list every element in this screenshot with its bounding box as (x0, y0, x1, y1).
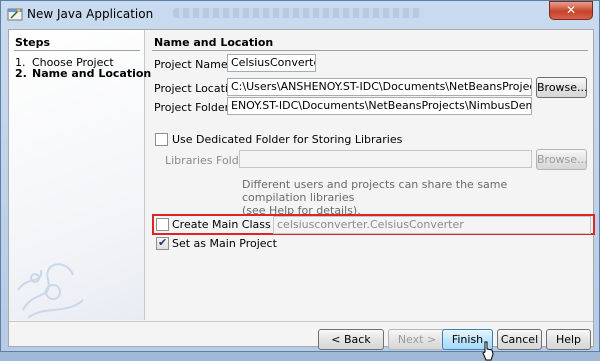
title-bar[interactable]: New Java Application ✕ (1, 1, 599, 27)
step-label: Name and Location (32, 67, 152, 80)
hint-line-1: Different users and projects can share t… (242, 178, 508, 204)
section-title: Name and Location (154, 36, 274, 49)
next-button[interactable]: Next > (388, 329, 446, 350)
decorative-swirl-image (17, 263, 84, 319)
button-bar-divider (9, 321, 593, 322)
step-number: 2. (15, 67, 27, 80)
close-button[interactable]: ✕ (549, 1, 593, 20)
libraries-folder-input[interactable] (239, 150, 532, 168)
project-name-input[interactable]: CelsiusConverter (227, 54, 316, 72)
steps-divider (14, 50, 140, 51)
dedicated-folder-label: Use Dedicated Folder for Storing Librari… (172, 133, 403, 146)
main-class-input[interactable]: celsiusconverter.CelsiusConverter (273, 216, 591, 234)
libraries-browse-button[interactable]: Browse... (536, 149, 588, 170)
create-main-class-label: Create Main Class (172, 218, 271, 231)
steps-title: Steps (15, 36, 51, 49)
java-app-icon (7, 8, 23, 21)
project-location-browse-button[interactable]: Browse... (536, 77, 588, 98)
dedicated-folder-checkbox[interactable] (155, 133, 168, 146)
cancel-button[interactable]: Cancel (497, 329, 542, 350)
project-folder-input[interactable]: ENOY.ST-IDC\Documents\NetBeansProjects\N… (227, 97, 532, 115)
dialog-window: New Java Application ✕ Steps 1. Choose Pr… (0, 0, 600, 361)
window-title: New Java Application (27, 7, 154, 21)
section-divider (152, 50, 588, 51)
project-name-label: Project Name: (154, 58, 232, 71)
steps-panel: Steps 1. Choose Project 2. Name and Locati… (9, 30, 151, 320)
dialog-content: Steps 1. Choose Project 2. Name and Locati… (8, 29, 595, 361)
mouse-cursor-icon (482, 341, 494, 361)
help-button[interactable]: Help (546, 329, 591, 350)
project-folder-label: Project Folder: (154, 101, 233, 114)
back-button[interactable]: < Back (318, 329, 384, 350)
step-item-name-and-location: 2. Name and Location (15, 67, 151, 80)
create-main-class-checkbox[interactable] (156, 218, 169, 231)
blurred-title-region (173, 8, 423, 18)
set-main-project-label: Set as Main Project (172, 237, 277, 250)
project-location-input[interactable]: C:\Users\ANSHENOY.ST-IDC\Documents\NetBe… (227, 78, 532, 96)
libraries-hint-text: Different users and projects can share t… (242, 178, 572, 217)
set-main-project-checkbox[interactable] (156, 236, 169, 250)
